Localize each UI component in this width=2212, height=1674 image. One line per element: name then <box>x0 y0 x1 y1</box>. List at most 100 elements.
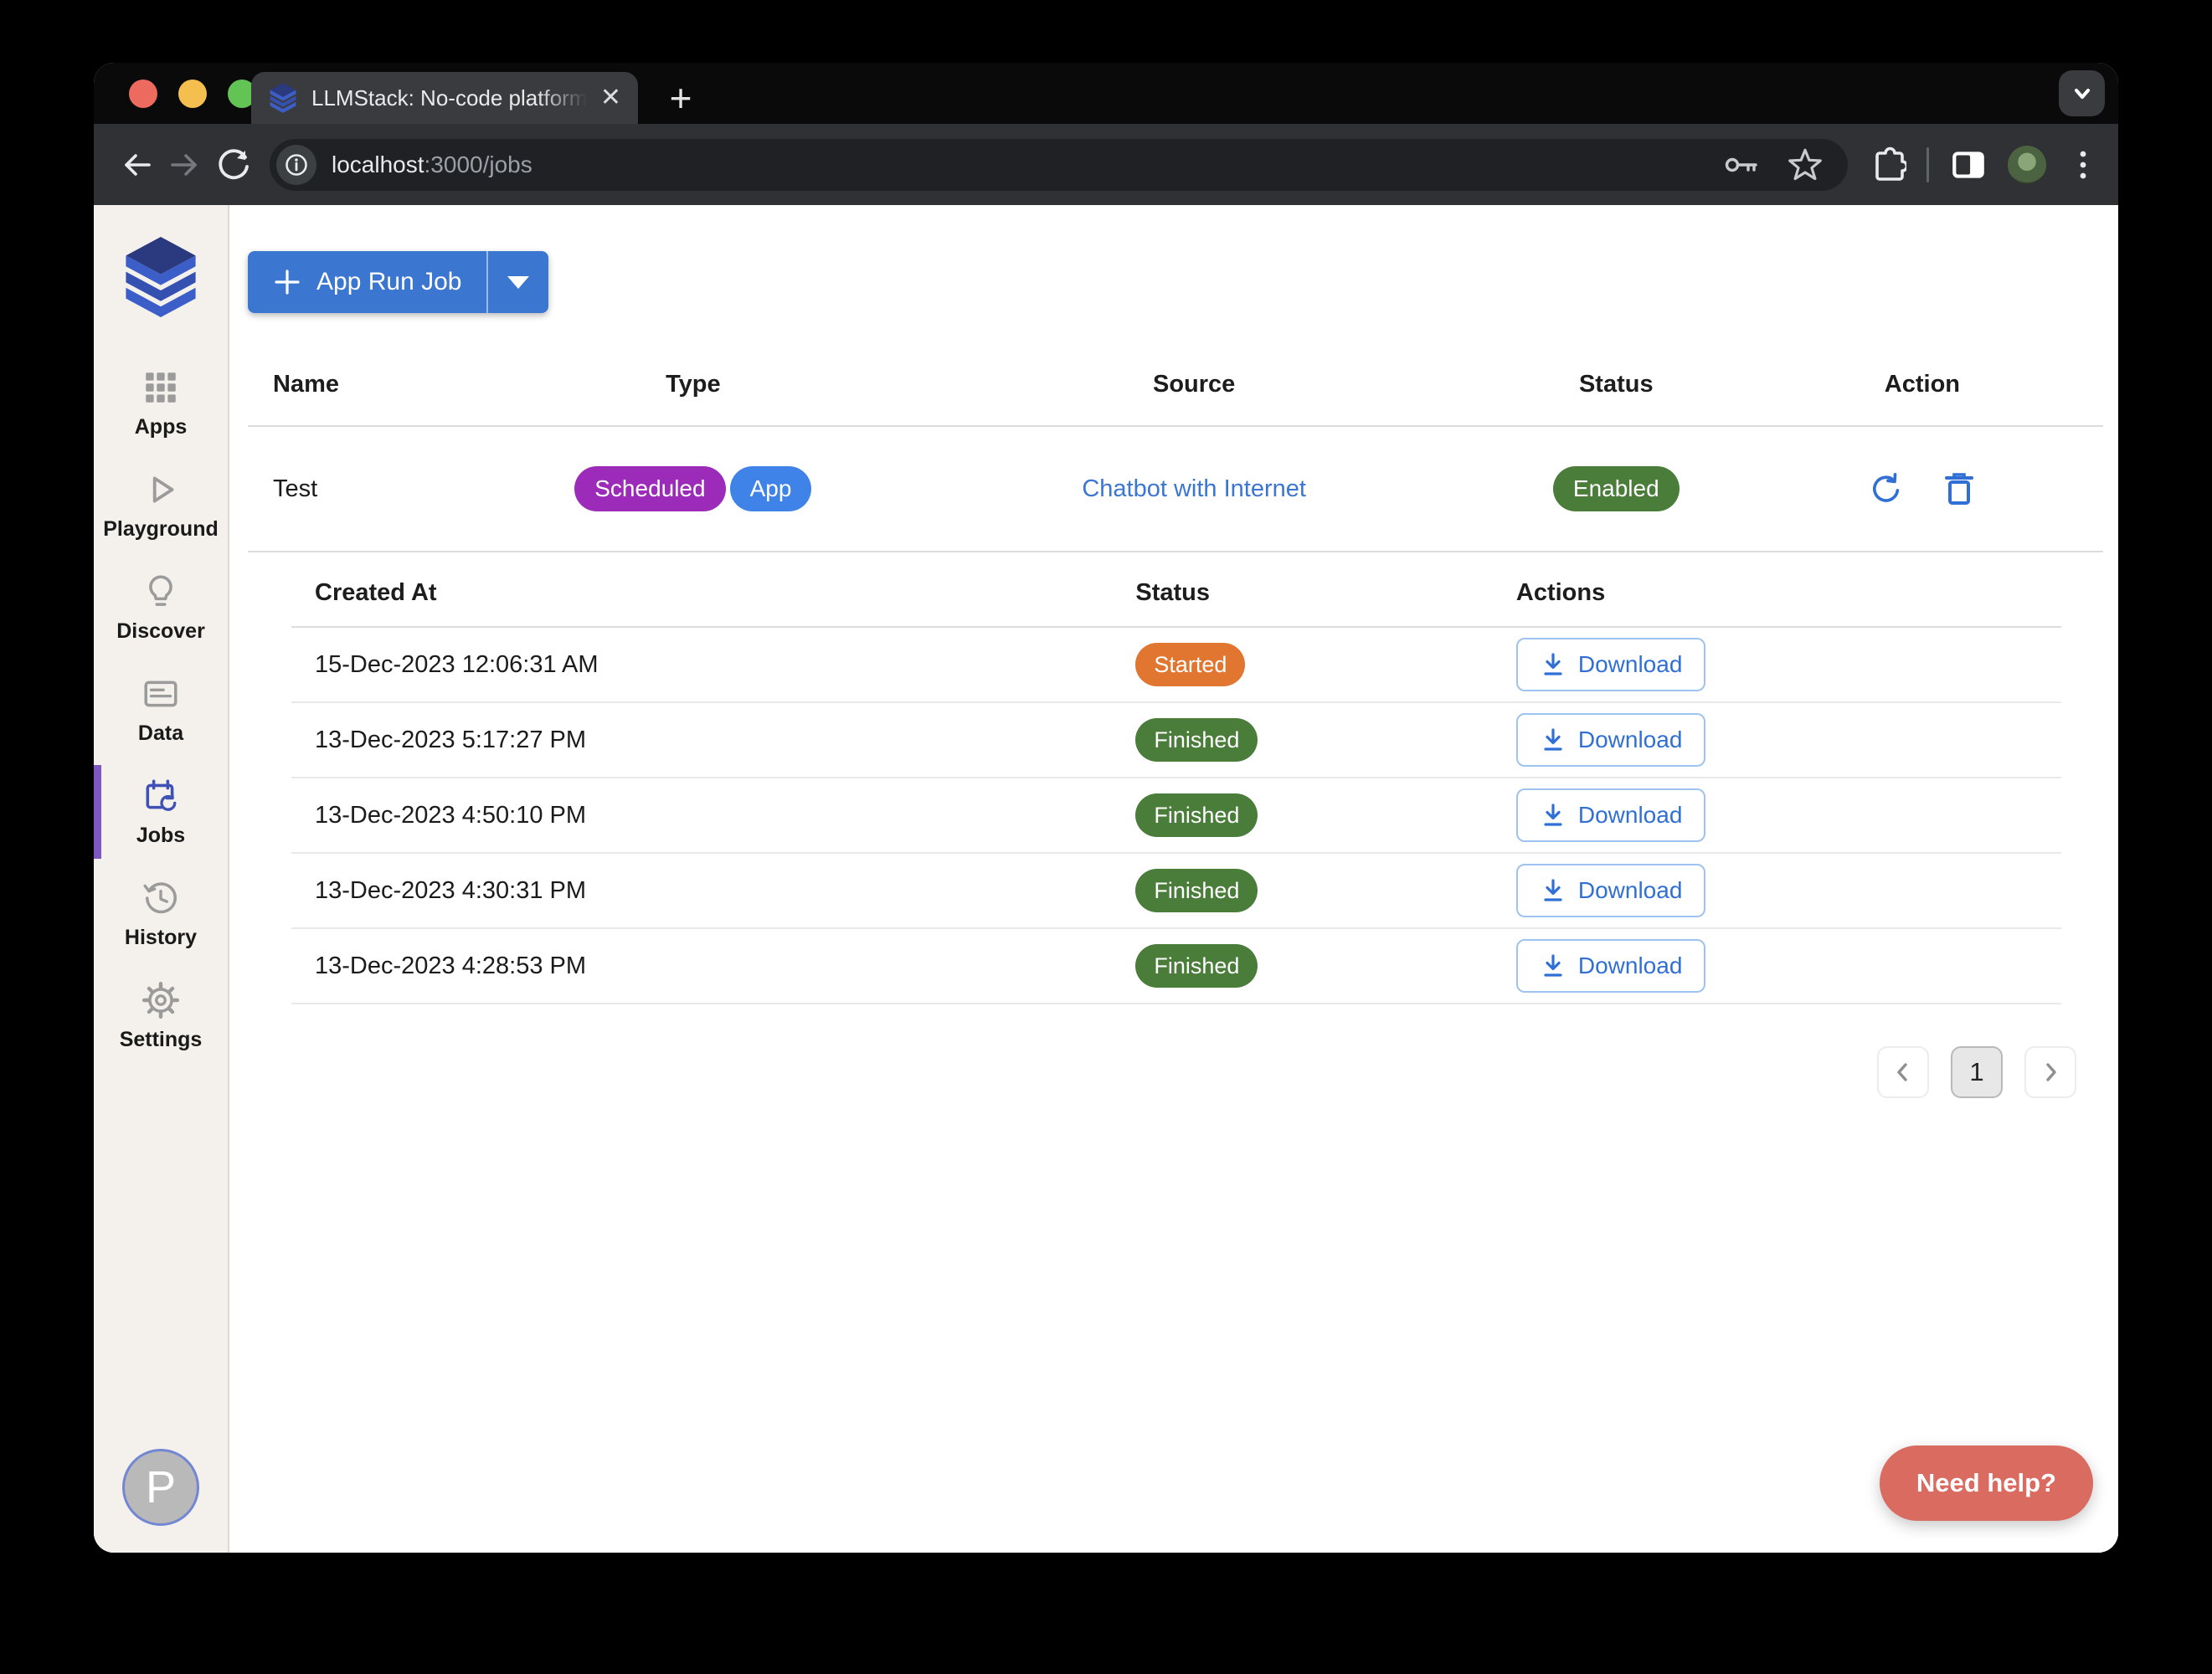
sidebar-item-label: Playground <box>103 517 219 542</box>
sidebar-item-history[interactable]: History <box>94 863 228 965</box>
run-row: 15-Dec-2023 12:06:31 AM Started Download <box>291 628 2061 703</box>
llmstack-logo[interactable] <box>121 234 201 321</box>
jobs-table-header: Name Type Source Status Action <box>248 343 2103 427</box>
app-run-job-split-button[interactable]: App Run Job <box>248 251 548 313</box>
sidebar-item-settings[interactable]: Settings <box>94 965 228 1067</box>
toolbar-right <box>1866 145 2100 185</box>
sidebar-item-discover[interactable]: Discover <box>94 557 228 659</box>
plus-icon <box>273 268 301 296</box>
header-status: Status <box>1491 371 1741 398</box>
browser-window: LLMStack: No-code platform ✕ + <box>94 63 2118 1553</box>
run-created-at: 13-Dec-2023 4:50:10 PM <box>291 802 1135 829</box>
app-run-job-dropdown[interactable] <box>488 251 548 313</box>
sidebar-item-label: History <box>125 926 197 950</box>
sidebar-item-data[interactable]: Data <box>94 659 228 761</box>
sidebar-item-jobs[interactable]: Jobs <box>94 761 228 863</box>
download-icon <box>1540 651 1566 678</box>
run-status-badge: Finished <box>1135 718 1258 762</box>
reload-button[interactable] <box>209 141 258 189</box>
data-doc-icon <box>141 675 180 713</box>
sidebar-item-playground[interactable]: Playground <box>94 454 228 557</box>
browser-profile-avatar[interactable] <box>2008 146 2046 184</box>
password-key-icon[interactable] <box>1722 146 1761 184</box>
reload-icon <box>215 146 252 183</box>
sidebar-item-apps[interactable]: Apps <box>94 352 228 454</box>
app-run-job-button[interactable]: App Run Job <box>248 251 486 313</box>
llmstack-favicon <box>268 82 298 114</box>
need-help-button[interactable]: Need help? <box>1880 1445 2093 1521</box>
forward-button[interactable] <box>161 141 209 189</box>
header-source: Source <box>898 371 1491 398</box>
download-icon <box>1540 953 1566 979</box>
download-button[interactable]: Download <box>1516 864 1706 917</box>
download-button-label: Download <box>1578 802 1683 829</box>
extensions-puzzle-icon[interactable] <box>1866 145 1906 185</box>
sidebar: Apps Playground Discover <box>94 205 229 1553</box>
sidebar-item-label: Jobs <box>136 824 185 848</box>
run-row: 13-Dec-2023 4:28:53 PM Finished Download <box>291 929 2061 1004</box>
download-button-label: Download <box>1578 953 1683 979</box>
refresh-job-icon[interactable] <box>1869 471 1904 506</box>
window-controls <box>129 80 256 108</box>
delete-job-icon[interactable] <box>1942 471 1976 506</box>
runs-table-body: 15-Dec-2023 12:06:31 AM Started Download… <box>291 628 2061 1004</box>
main-panel: App Run Job Name Type Source Status Acti… <box>229 205 2118 1553</box>
header-type: Type <box>489 371 898 398</box>
run-created-at: 15-Dec-2023 12:06:31 AM <box>291 651 1135 679</box>
tab-close-icon[interactable]: ✕ <box>600 85 621 110</box>
download-icon <box>1540 727 1566 753</box>
caret-down-icon <box>507 276 529 289</box>
close-window-button[interactable] <box>129 80 157 108</box>
back-arrow-icon <box>118 146 155 183</box>
run-row: 13-Dec-2023 4:30:31 PM Finished Download <box>291 854 2061 929</box>
download-button[interactable]: Download <box>1516 788 1706 842</box>
run-status-badge: Started <box>1135 643 1245 686</box>
back-button[interactable] <box>112 141 161 189</box>
forward-arrow-icon <box>167 146 203 183</box>
url-bar[interactable]: localhost:3000/jobs <box>270 139 1848 191</box>
browser-menu-icon[interactable] <box>2066 146 2100 184</box>
run-created-at: 13-Dec-2023 4:28:53 PM <box>291 953 1135 980</box>
play-icon <box>141 470 180 509</box>
page-1-button[interactable]: 1 <box>1951 1046 2003 1098</box>
url-text: localhost:3000/jobs <box>332 151 1722 178</box>
header-name: Name <box>248 371 489 398</box>
chevron-down-icon <box>2070 81 2095 106</box>
sidebar-item-label: Settings <box>120 1028 203 1052</box>
site-info-button[interactable] <box>276 145 316 185</box>
sidebar-item-label: Apps <box>135 415 188 439</box>
new-tab-button[interactable]: + <box>660 77 702 119</box>
download-icon <box>1540 877 1566 904</box>
side-panel-icon[interactable] <box>1949 146 1988 184</box>
job-type-badges: ScheduledApp <box>489 466 898 511</box>
user-avatar[interactable]: P <box>122 1449 199 1526</box>
job-name: Test <box>248 475 489 503</box>
next-page-button[interactable] <box>2024 1046 2076 1098</box>
chevron-left-icon <box>1892 1061 1914 1083</box>
tab-search-button[interactable] <box>2059 70 2105 116</box>
lightbulb-icon <box>141 573 180 611</box>
download-button-label: Download <box>1578 877 1683 904</box>
minimize-window-button[interactable] <box>178 80 207 108</box>
bookmark-star-icon[interactable] <box>1786 146 1824 184</box>
download-button[interactable]: Download <box>1516 939 1706 993</box>
app-run-job-label: App Run Job <box>316 268 461 296</box>
run-row: 13-Dec-2023 4:50:10 PM Finished Download <box>291 778 2061 854</box>
runs-table: Created At Status Actions 15-Dec-2023 12… <box>291 559 2061 1004</box>
active-item-indicator <box>94 765 101 859</box>
job-status-badge: Enabled <box>1553 466 1680 511</box>
header-run-actions: Actions <box>1516 579 2061 607</box>
gear-icon <box>141 981 180 1019</box>
toolbar-separator <box>1926 147 1929 182</box>
browser-tab[interactable]: LLMStack: No-code platform ✕ <box>251 72 638 124</box>
sidebar-item-label: Data <box>138 721 183 746</box>
download-button[interactable]: Download <box>1516 638 1706 691</box>
job-actions <box>1741 471 2103 506</box>
sidebar-item-label: Discover <box>116 619 205 644</box>
download-button[interactable]: Download <box>1516 713 1706 767</box>
badge-app: App <box>730 466 812 511</box>
previous-page-button[interactable] <box>1877 1046 1929 1098</box>
run-created-at: 13-Dec-2023 5:17:27 PM <box>291 727 1135 754</box>
job-source-link[interactable]: Chatbot with Internet <box>1082 475 1306 502</box>
run-status-badge: Finished <box>1135 793 1258 837</box>
